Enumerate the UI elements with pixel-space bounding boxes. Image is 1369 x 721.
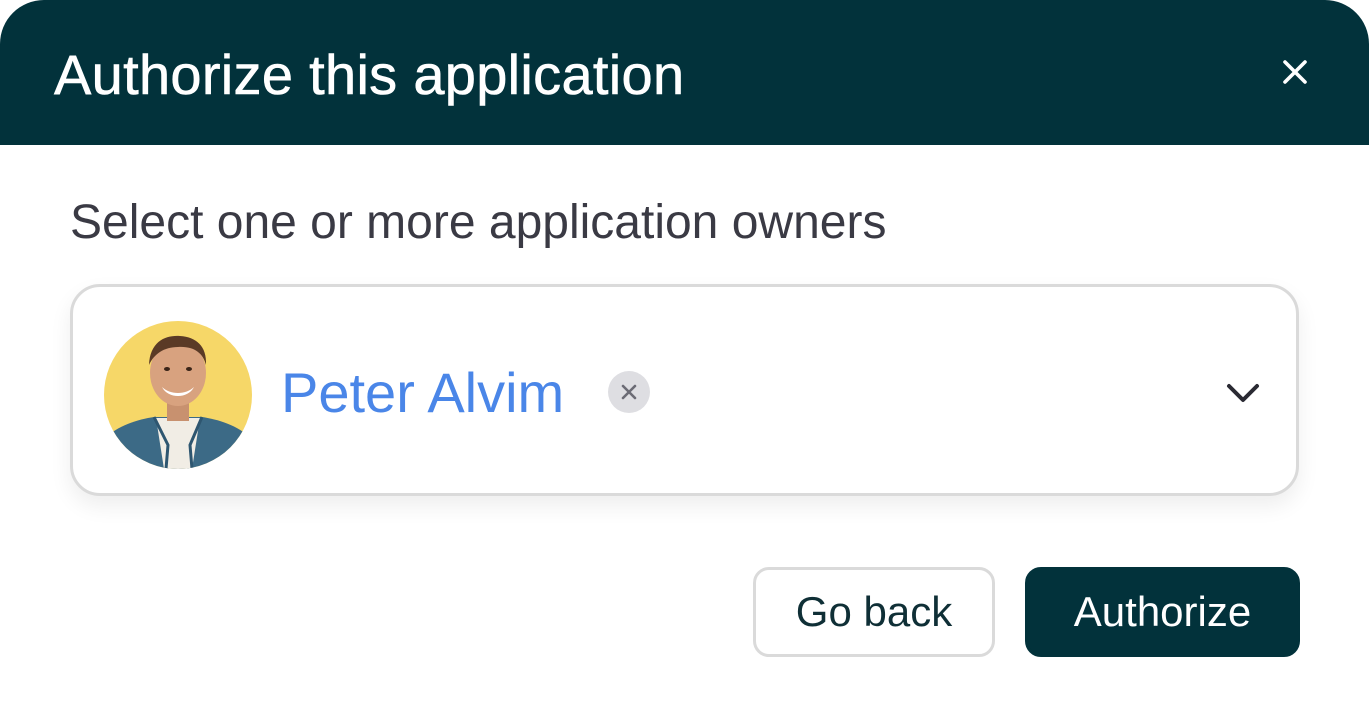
avatar: [104, 321, 252, 469]
dialog-title: Authorize this application: [54, 43, 685, 107]
authorize-button[interactable]: Authorize: [1025, 567, 1300, 657]
remove-owner-button[interactable]: [608, 371, 650, 413]
selected-owner-name: Peter Alvim: [281, 361, 565, 424]
owners-field-label: Select one or more application owners: [70, 196, 887, 249]
remove-chip-icon: [621, 384, 637, 400]
owners-select[interactable]: Peter Alvim: [70, 284, 1299, 496]
dialog-header: Authorize this application: [0, 0, 1369, 145]
go-back-button[interactable]: Go back: [753, 567, 995, 657]
close-button[interactable]: [1270, 47, 1320, 97]
authorize-dialog: Authorize this application Select one or…: [0, 0, 1369, 721]
dropdown-toggle[interactable]: [1223, 373, 1263, 413]
chevron-down-icon: [1227, 384, 1259, 402]
close-icon: [1283, 60, 1307, 84]
